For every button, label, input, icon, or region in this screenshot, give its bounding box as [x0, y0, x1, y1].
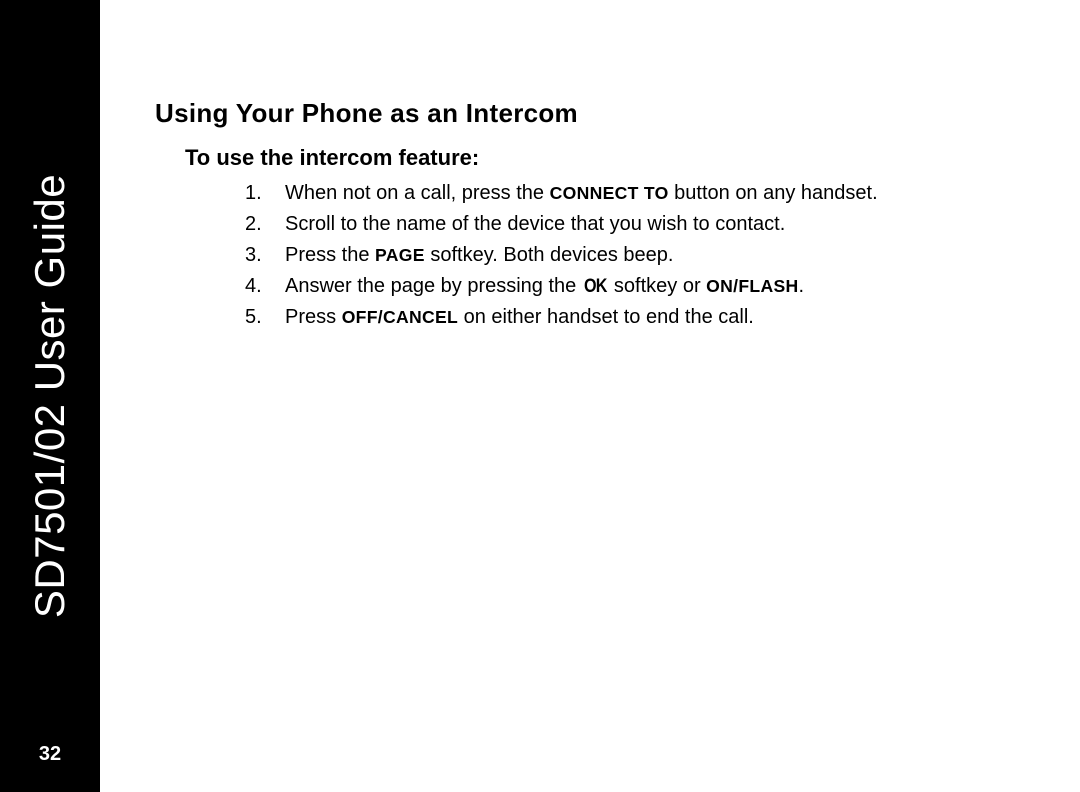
- page-number: 32: [0, 743, 100, 766]
- step-text: on either handset to end the call.: [458, 306, 754, 328]
- step-item: 4. Answer the page by pressing the OK so…: [245, 272, 1030, 301]
- ok-icon: OK: [584, 273, 607, 301]
- step-number: 5.: [245, 303, 262, 332]
- step-number: 3.: [245, 241, 262, 270]
- sidebar-title: SD7501/02 User Guide: [26, 174, 74, 618]
- step-number: 1.: [245, 179, 262, 208]
- step-bold: CONNECT TO: [550, 183, 669, 203]
- step-bold: ON/FLASH: [706, 276, 798, 296]
- step-bold: OFF/CANCEL: [342, 307, 458, 327]
- step-number: 2.: [245, 210, 262, 239]
- step-bold: PAGE: [375, 245, 425, 265]
- section-subheading: To use the intercom feature:: [185, 145, 1030, 171]
- step-text: softkey. Both devices beep.: [425, 244, 674, 266]
- step-item: 1. When not on a call, press the CONNECT…: [245, 179, 1030, 208]
- step-item: 2. Scroll to the name of the device that…: [245, 210, 1030, 239]
- steps-list: 1. When not on a call, press the CONNECT…: [245, 179, 1030, 332]
- step-number: 4.: [245, 272, 262, 301]
- step-item: 3. Press the PAGE softkey. Both devices …: [245, 241, 1030, 270]
- content-area: Using Your Phone as an Intercom To use t…: [155, 98, 1030, 334]
- step-text: Scroll to the name of the device that yo…: [285, 213, 785, 235]
- step-text: Press: [285, 306, 342, 328]
- step-text: softkey or: [608, 275, 706, 297]
- step-text: Answer the page by pressing the: [285, 275, 582, 297]
- step-text: .: [799, 275, 805, 297]
- step-item: 5. Press OFF/CANCEL on either handset to…: [245, 303, 1030, 332]
- step-text: button on any handset.: [669, 182, 878, 204]
- step-text: Press the: [285, 244, 375, 266]
- sidebar: SD7501/02 User Guide 32: [0, 0, 100, 792]
- section-heading: Using Your Phone as an Intercom: [155, 98, 1030, 129]
- step-text: When not on a call, press the: [285, 182, 550, 204]
